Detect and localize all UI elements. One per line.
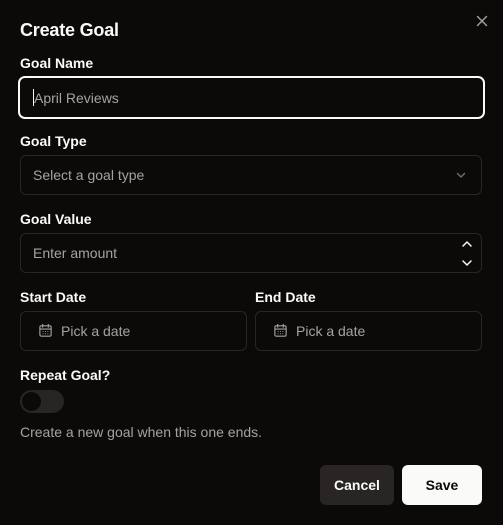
repeat-goal-helper: Create a new goal when this one ends. (20, 424, 263, 440)
goal-value-input[interactable]: Enter amount (20, 233, 482, 273)
end-date-label: End Date (255, 289, 316, 305)
cancel-button[interactable]: Cancel (320, 465, 394, 505)
toggle-knob (22, 392, 41, 411)
close-icon (476, 15, 488, 27)
repeat-goal-toggle[interactable] (20, 390, 64, 413)
goal-value-placeholder: Enter amount (33, 245, 118, 261)
start-date-label: Start Date (20, 289, 87, 305)
goal-type-placeholder: Select a goal type (33, 167, 145, 183)
chevron-up-icon (462, 240, 472, 247)
goal-value-stepper (453, 234, 481, 272)
start-date-picker[interactable]: Pick a date (20, 311, 247, 351)
calendar-icon (274, 323, 287, 337)
goal-type-label: Goal Type (20, 133, 87, 149)
chevron-down-icon (462, 259, 472, 266)
repeat-goal-label: Repeat Goal? (20, 367, 111, 383)
calendar-icon (39, 323, 52, 337)
goal-type-select[interactable]: Select a goal type (20, 155, 482, 195)
goal-name-input[interactable]: April Reviews (18, 76, 485, 119)
save-button[interactable]: Save (402, 465, 482, 505)
goal-name-label: Goal Name (20, 55, 94, 71)
create-goal-dialog: Create Goal Goal Name April Reviews Goal… (0, 0, 503, 525)
start-date-placeholder: Pick a date (61, 323, 131, 339)
goal-name-placeholder: April Reviews (34, 89, 119, 106)
end-date-placeholder: Pick a date (296, 323, 366, 339)
decrement-button[interactable] (453, 253, 481, 272)
dialog-title: Create Goal (20, 20, 119, 40)
end-date-picker[interactable]: Pick a date (255, 311, 482, 351)
goal-value-label: Goal Value (20, 211, 92, 227)
increment-button[interactable] (453, 234, 481, 253)
chevron-down-icon (456, 172, 466, 178)
close-button[interactable] (474, 13, 490, 29)
